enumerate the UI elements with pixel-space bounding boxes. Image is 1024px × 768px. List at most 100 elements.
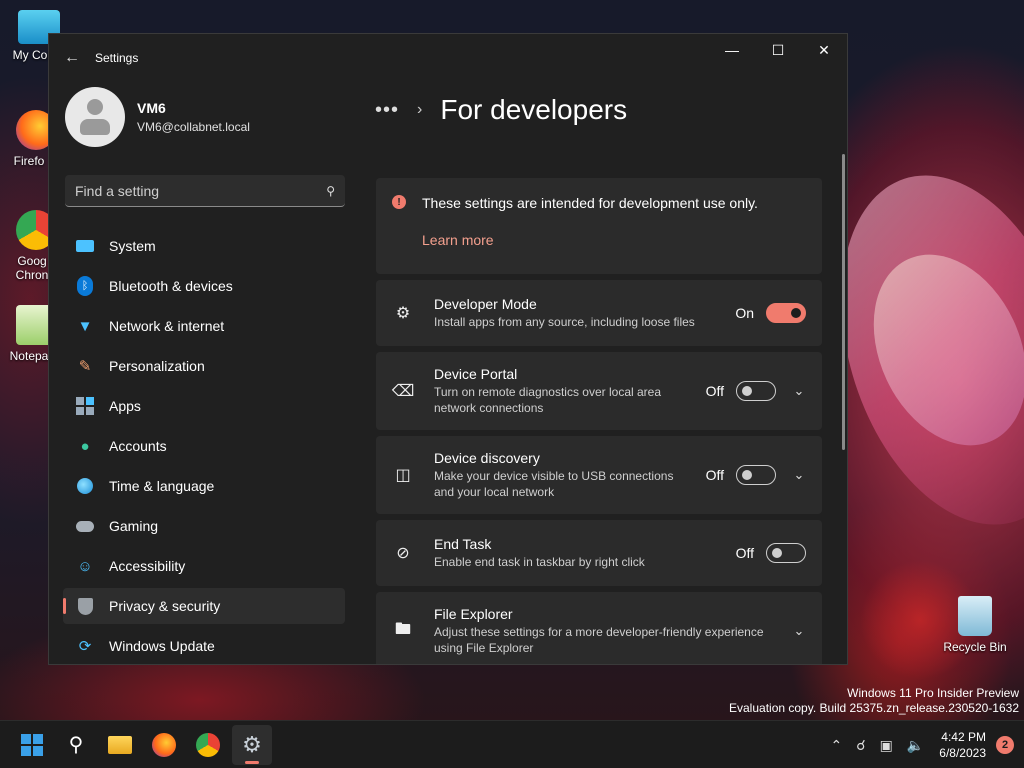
settings-window: ← Settings — ☐ ✕ VM6 VM6@collabnet.local…: [48, 33, 848, 665]
sidebar-item-windows-update[interactable]: ⟳ Windows Update: [63, 628, 345, 664]
profile-name: VM6: [137, 100, 166, 116]
sidebar-item-time-language[interactable]: Time & language: [63, 468, 345, 504]
user-profile[interactable]: VM6 VM6@collabnet.local: [49, 82, 359, 152]
breadcrumb-more-button[interactable]: •••: [375, 99, 399, 122]
sidebar-item-accounts[interactable]: ● Accounts: [63, 428, 345, 464]
setting-device-portal[interactable]: ⌫ Device Portal Turn on remote diagnosti…: [376, 352, 822, 430]
windows-logo-icon: [21, 733, 43, 756]
setting-device-discovery[interactable]: ◫ Device discovery Make your device visi…: [376, 436, 822, 514]
learn-more-link[interactable]: Learn more: [422, 232, 494, 248]
toggle-state-label: Off: [735, 545, 754, 561]
search-box[interactable]: ⚲: [65, 175, 345, 207]
scrollbar[interactable]: [842, 154, 845, 450]
shield-icon: [75, 596, 95, 616]
chevron-right-icon: ›: [417, 101, 423, 118]
sidebar-item-apps[interactable]: Apps: [63, 388, 345, 424]
maximize-button[interactable]: ☐: [755, 34, 801, 66]
search-icon: ⚲: [68, 734, 84, 756]
sidebar-item-label: Gaming: [109, 518, 159, 534]
apps-icon: [75, 396, 95, 416]
setting-title: File Explorer: [434, 606, 513, 622]
block-icon: ⊘: [396, 545, 410, 562]
search-input[interactable]: [75, 182, 327, 199]
device-portal-toggle[interactable]: [736, 381, 776, 401]
desktop-icon-label: Notepa: [9, 349, 49, 363]
info-icon: !: [392, 195, 406, 209]
setting-description: Adjust these settings for a more develop…: [434, 625, 764, 655]
sidebar-item-network-internet[interactable]: ▼ Network & internet: [63, 308, 345, 344]
chevron-up-icon[interactable]: ⌃: [830, 737, 842, 754]
app-title: Settings: [95, 51, 139, 65]
sidebar-item-bluetooth-devices[interactable]: ᛒ Bluetooth & devices: [63, 268, 345, 304]
system-tray: ⌃ ☌ ▣ 🔈 4:42 PM 6/8/2023 2: [823, 721, 1014, 768]
sidebar-nav: System ᛒ Bluetooth & devices ▼ Network &…: [63, 228, 345, 664]
main-content: ••• › For developers ! These settings ar…: [375, 82, 845, 664]
taskbar-search-button[interactable]: ⚲: [56, 725, 96, 765]
folder-icon: [108, 735, 132, 754]
developer-mode-toggle[interactable]: [766, 303, 806, 323]
title-bar[interactable]: ← Settings — ☐ ✕: [49, 34, 847, 82]
clock[interactable]: 4:42 PM 6/8/2023: [939, 729, 986, 761]
desktop-icon-recycle-bin[interactable]: Recycle Bin: [940, 596, 1010, 654]
setting-description: Turn on remote diagnostics over local ar…: [434, 385, 662, 415]
sidebar-item-privacy-security[interactable]: Privacy & security: [63, 588, 345, 624]
sidebar-item-gaming[interactable]: Gaming: [63, 508, 345, 544]
recycle-bin-icon: [958, 596, 992, 636]
taskbar-settings[interactable]: ⚙: [232, 724, 272, 765]
watermark-line: Evaluation copy. Build 25375.zn_release.…: [729, 701, 1019, 715]
device-discovery-icon: ◫: [395, 467, 411, 484]
start-button[interactable]: [12, 725, 52, 765]
network-disconnected-icon[interactable]: ☌: [856, 737, 865, 754]
device-discovery-toggle[interactable]: [736, 465, 776, 485]
evaluation-watermark: Windows 11 Pro Insider Preview Evaluatio…: [729, 686, 1019, 716]
desktop-icon-label: Recycle Bin: [943, 640, 1007, 654]
bluetooth-icon: ᛒ: [75, 276, 95, 296]
chevron-down-icon[interactable]: ⌄: [792, 623, 806, 639]
page-title: For developers: [440, 94, 628, 125]
info-notice: ! These settings are intended for develo…: [376, 178, 822, 274]
firefox-icon: [152, 732, 176, 757]
sidebar-item-label: Privacy & security: [109, 598, 221, 614]
toggle-knob: [742, 386, 752, 396]
sidebar-item-label: Apps: [109, 398, 141, 414]
toggle-knob: [772, 548, 782, 558]
toggle-state-label: On: [735, 305, 754, 321]
minimize-button[interactable]: —: [709, 34, 755, 66]
setting-title: Developer Mode: [434, 296, 537, 312]
gamepad-icon: [75, 516, 95, 536]
chevron-down-icon[interactable]: ⌄: [792, 383, 806, 399]
notice-message: These settings are intended for developm…: [422, 195, 758, 211]
setting-file-explorer[interactable]: 🖿 File Explorer Adjust these settings fo…: [376, 592, 822, 664]
sidebar-item-label: Time & language: [109, 478, 215, 494]
toggle-knob: [742, 470, 752, 480]
brush-icon: ✎: [78, 358, 92, 375]
sidebar-item-accessibility[interactable]: ☺ Accessibility: [63, 548, 345, 584]
notification-badge[interactable]: 2: [996, 736, 1014, 754]
end-task-toggle[interactable]: [766, 543, 806, 563]
taskbar-chrome[interactable]: [188, 725, 228, 765]
setting-description: Enable end task in taskbar by right clic…: [434, 555, 645, 569]
taskbar-firefox[interactable]: [144, 725, 184, 765]
clock-time: 4:42 PM: [941, 730, 986, 744]
taskbar-file-explorer[interactable]: [100, 725, 140, 765]
system-icon: [75, 236, 95, 256]
avatar: [65, 87, 125, 147]
sidebar-item-personalization[interactable]: ✎ Personalization: [63, 348, 345, 384]
sidebar-item-system[interactable]: System: [63, 228, 345, 264]
search-icon[interactable]: ⚲: [326, 184, 335, 198]
close-button[interactable]: ✕: [801, 34, 847, 66]
toggle-knob: [791, 308, 801, 318]
chrome-icon: [196, 732, 220, 757]
setting-description: Make your device visible to USB connecti…: [434, 469, 674, 499]
breadcrumb: ••• › For developers: [375, 82, 831, 138]
volume-icon[interactable]: 🔈: [907, 737, 924, 754]
folder-icon: 🖿: [394, 620, 411, 638]
clock-date: 6/8/2023: [939, 746, 986, 760]
watermark-line: Windows 11 Pro Insider Preview: [847, 686, 1019, 700]
display-icon[interactable]: ▣: [880, 737, 893, 754]
network-icon: ▼: [77, 317, 93, 335]
chevron-down-icon[interactable]: ⌄: [792, 467, 806, 483]
taskbar: ⚲ ⚙ ⌃ ☌ ▣ 🔈 4:42 PM 6/8/2023 2: [0, 720, 1024, 768]
back-button[interactable]: ←: [49, 34, 95, 82]
sidebar-item-label: Network & internet: [109, 318, 225, 334]
